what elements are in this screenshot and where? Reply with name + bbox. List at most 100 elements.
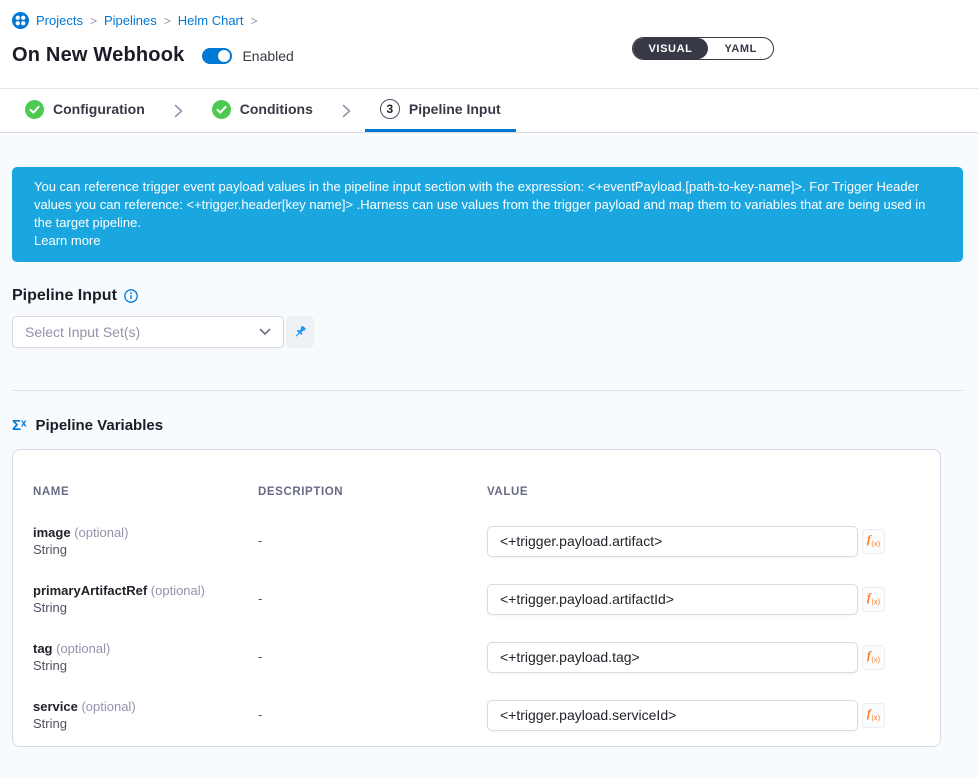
variable-description-cell: - (258, 706, 487, 724)
tab-label: Pipeline Input (409, 101, 501, 117)
fx-icon: f (867, 648, 871, 663)
input-set-row: Select Input Set(s) (12, 316, 963, 348)
page-title: On New Webhook (12, 44, 184, 67)
breadcrumb-link-helm-chart[interactable]: Helm Chart (178, 13, 244, 28)
variable-description: - (258, 707, 262, 722)
pipeline-variables-card: NAME DESCRIPTION VALUE image (optional) … (12, 449, 941, 747)
breadcrumb-separator: > (251, 14, 258, 28)
breadcrumb: Projects > Pipelines > Helm Chart > (12, 12, 962, 29)
info-banner: You can reference trigger event payload … (12, 167, 963, 262)
pin-input-set-button[interactable] (286, 316, 314, 348)
fx-icon-sub: (x) (871, 655, 880, 664)
column-header-description: DESCRIPTION (258, 486, 487, 498)
tab-label: Conditions (240, 101, 313, 117)
tab-configuration[interactable]: Configuration (10, 89, 160, 132)
pipeline-input-heading-label: Pipeline Input (12, 287, 117, 305)
variable-type: String (33, 657, 258, 674)
table-row: primaryArtifactRef (optional) String - f… (33, 582, 920, 616)
fx-icon-sub: (x) (871, 713, 880, 722)
table-row: tag (optional) String - f(x) (33, 640, 920, 674)
visual-yaml-toggle: VISUAL YAML (632, 37, 775, 60)
fx-icon-sub: (x) (871, 597, 880, 606)
fx-icon: f (867, 532, 871, 547)
step-number-icon: 3 (380, 99, 400, 119)
variable-value-input[interactable] (487, 526, 858, 557)
variable-description: - (258, 649, 262, 664)
tab-conditions[interactable]: Conditions (197, 89, 328, 132)
variable-optional-label: (optional) (81, 699, 135, 714)
tab-pipeline-input[interactable]: 3 Pipeline Input (365, 89, 516, 132)
check-circle-icon (25, 100, 44, 119)
expression-fx-button[interactable]: f(x) (862, 529, 885, 554)
variable-type: String (33, 715, 258, 732)
fx-icon: f (867, 590, 871, 605)
input-set-select-placeholder: Select Input Set(s) (25, 324, 140, 340)
variable-name-cell: tag (optional) String (33, 640, 258, 674)
variable-optional-label: (optional) (56, 641, 110, 656)
variable-name: tag (33, 641, 53, 656)
page-header: Projects > Pipelines > Helm Chart > On N… (0, 0, 978, 88)
expression-fx-button[interactable]: f(x) (862, 645, 885, 670)
variable-value-cell: f(x) (487, 584, 920, 615)
variable-value-cell: f(x) (487, 700, 920, 731)
main-content: You can reference trigger event payload … (0, 167, 978, 747)
expression-fx-button[interactable]: f(x) (862, 587, 885, 612)
enabled-label: Enabled (242, 48, 293, 64)
table-row: image (optional) String - f(x) (33, 524, 920, 558)
column-header-name: NAME (33, 486, 258, 498)
variable-type: String (33, 599, 258, 616)
pipeline-input-heading: Pipeline Input (12, 287, 963, 305)
variable-optional-label: (optional) (151, 583, 205, 598)
toggle-knob (218, 50, 230, 62)
learn-more-link[interactable]: Learn more (34, 232, 100, 250)
breadcrumb-link-projects[interactable]: Projects (36, 13, 83, 28)
harness-projects-icon (12, 12, 29, 29)
variables-table-header: NAME DESCRIPTION VALUE (33, 486, 920, 498)
variable-value-input[interactable] (487, 584, 858, 615)
tab-label: Configuration (53, 101, 145, 117)
expression-fx-button[interactable]: f(x) (862, 703, 885, 728)
fx-icon-sub: (x) (871, 539, 880, 548)
variable-name: image (33, 525, 71, 540)
wizard-tab-bar: Configuration Conditions 3 Pipeline Inpu… (0, 88, 978, 133)
fx-icon: f (867, 706, 871, 721)
sigma-variables-icon: Σˣ (12, 417, 27, 434)
breadcrumb-link-pipelines[interactable]: Pipelines (104, 13, 157, 28)
variable-name: service (33, 699, 78, 714)
info-banner-text: You can reference trigger event payload … (34, 179, 925, 230)
variable-optional-label: (optional) (74, 525, 128, 540)
variable-value-input[interactable] (487, 700, 858, 731)
breadcrumb-separator: > (90, 14, 97, 28)
variable-name-cell: service (optional) String (33, 698, 258, 732)
chevron-down-icon (259, 328, 271, 336)
chevron-right-icon (174, 89, 183, 132)
variable-name-cell: image (optional) String (33, 524, 258, 558)
visual-toggle-button[interactable]: VISUAL (633, 38, 709, 59)
breadcrumb-separator: > (164, 14, 171, 28)
variable-value-input[interactable] (487, 642, 858, 673)
variable-description: - (258, 533, 262, 548)
variable-name: primaryArtifactRef (33, 583, 147, 598)
column-header-value: VALUE (487, 486, 920, 498)
table-row: service (optional) String - f(x) (33, 698, 920, 732)
yaml-toggle-button[interactable]: YAML (708, 38, 773, 59)
title-row: On New Webhook Enabled (12, 44, 962, 67)
enabled-toggle[interactable] (202, 48, 232, 64)
pipeline-variables-heading: Σˣ Pipeline Variables (12, 417, 963, 434)
input-set-select[interactable]: Select Input Set(s) (12, 316, 284, 348)
chevron-right-icon (342, 89, 351, 132)
variables-table-body: image (optional) String - f(x) primaryAr… (33, 524, 920, 732)
variable-value-cell: f(x) (487, 526, 920, 557)
variable-description: - (258, 591, 262, 606)
pin-icon (292, 324, 308, 340)
variable-description-cell: - (258, 648, 487, 666)
variable-type: String (33, 541, 258, 558)
info-icon[interactable] (124, 289, 138, 303)
variable-description-cell: - (258, 532, 487, 550)
variable-value-cell: f(x) (487, 642, 920, 673)
check-circle-icon (212, 100, 231, 119)
section-divider (12, 390, 963, 391)
pipeline-variables-heading-label: Pipeline Variables (36, 417, 164, 434)
variable-name-cell: primaryArtifactRef (optional) String (33, 582, 258, 616)
variable-description-cell: - (258, 590, 487, 608)
